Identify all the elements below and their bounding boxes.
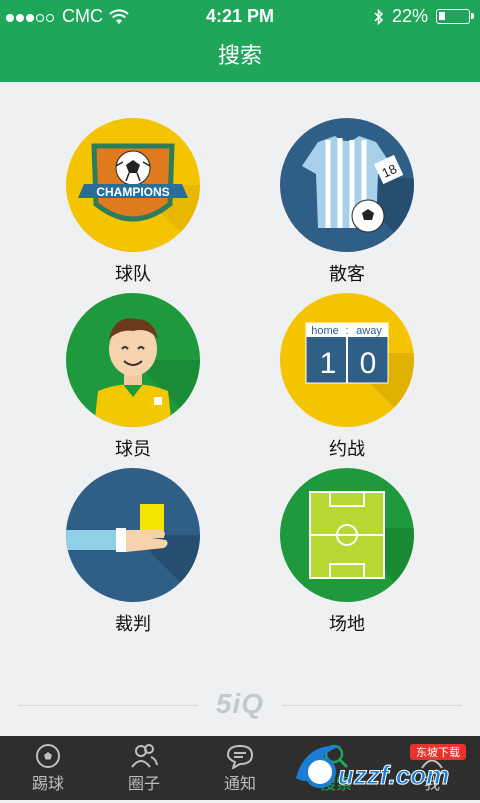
yellow-card-icon: [66, 468, 200, 602]
badge-text: CHAMPIONS: [96, 185, 169, 199]
status-bar: CMC 4:21 PM 22%: [0, 0, 480, 32]
divider: [18, 705, 198, 706]
category-label: 散客: [329, 264, 365, 284]
battery-percent: 22%: [391, 6, 428, 26]
battery-icon: [436, 9, 474, 24]
divider: [282, 705, 462, 706]
category-player[interactable]: 球员: [53, 293, 213, 461]
category-referee[interactable]: 裁判: [53, 468, 213, 636]
bluetooth-icon: [374, 8, 384, 25]
watermark: 东坡下载 uzzf.com: [292, 738, 472, 798]
watermark-text: uzzf.com: [338, 760, 449, 790]
category-pickup[interactable]: 18 散客: [267, 118, 427, 286]
category-label: 裁判: [115, 614, 151, 634]
page-title-bar: 搜索: [0, 32, 480, 82]
tab-label: 圈子: [127, 776, 160, 793]
champions-badge-icon: CHAMPIONS: [66, 118, 200, 252]
away-score: 0: [360, 347, 377, 380]
category-team[interactable]: CHAMPIONS 球队: [53, 118, 213, 286]
footer-logo: 5iQ: [0, 688, 480, 720]
jersey-icon: 18: [280, 118, 414, 252]
scoreboard-away-label: away: [356, 325, 382, 337]
svg-text::: :: [345, 325, 348, 337]
category-label: 球员: [115, 439, 151, 459]
brand-logo: 5iQ: [215, 688, 265, 719]
player-avatar-icon: [66, 293, 200, 427]
category-label: 球队: [115, 264, 151, 284]
category-label: 约战: [329, 439, 365, 459]
tab-notifications[interactable]: 通知: [192, 736, 288, 800]
soccer-ball-icon: [0, 742, 96, 770]
category-match[interactable]: home : away 1 0 约战: [267, 293, 427, 461]
watermark-badge: 东坡下载: [416, 746, 460, 759]
people-icon: [96, 742, 192, 770]
scoreboard-home-label: home: [311, 325, 339, 337]
tab-label: 踢球: [31, 776, 64, 793]
tab-circles[interactable]: 圈子: [96, 736, 192, 800]
soccer-field-icon: [280, 468, 414, 602]
category-label: 场地: [329, 614, 365, 634]
chat-bubble-icon: [192, 742, 288, 770]
category-venue[interactable]: 场地: [267, 468, 427, 636]
page-title: 搜索: [217, 43, 262, 68]
tab-play[interactable]: 踢球: [0, 736, 96, 800]
tab-label: 通知: [223, 776, 256, 793]
home-score: 1: [320, 347, 337, 380]
scoreboard-icon: home : away 1 0: [280, 293, 414, 427]
